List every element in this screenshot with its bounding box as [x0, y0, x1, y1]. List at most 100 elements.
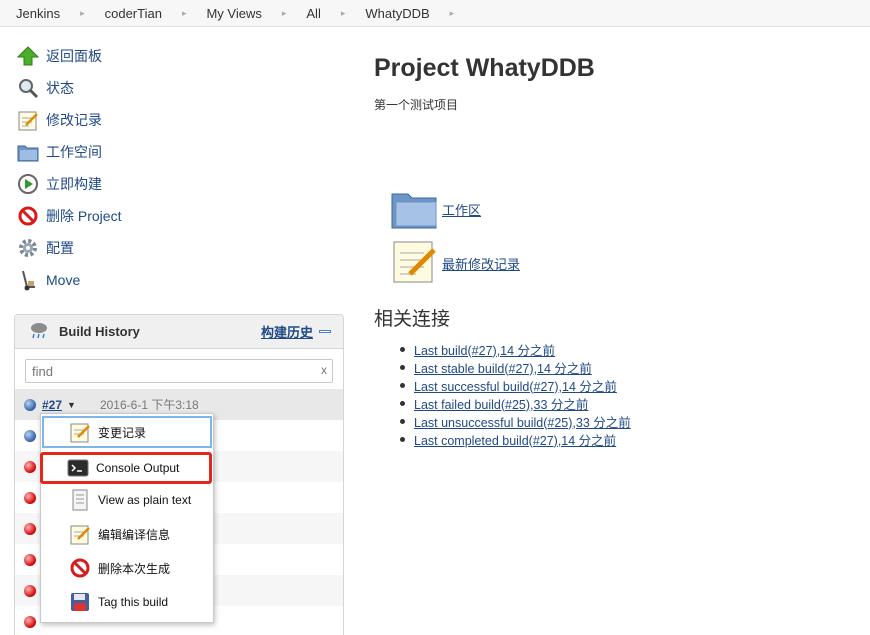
build-number-link[interactable]: #27 — [42, 398, 62, 412]
breadcrumb-project[interactable]: WhatyDDB — [365, 6, 429, 21]
breadcrumb-item[interactable]: coderTian ▸ — [105, 6, 207, 21]
red-ball-icon — [24, 615, 36, 628]
workspace-link-item[interactable]: 工作区 — [390, 186, 481, 233]
collapse-icon[interactable] — [319, 330, 331, 333]
task-label: 返回面板 — [46, 48, 102, 64]
build-trend-link[interactable]: 构建历史 — [261, 322, 313, 341]
changes-link-item[interactable]: 最新修改记录 — [390, 238, 520, 289]
last-build-link[interactable]: Last build(#27),14 分之前 — [414, 340, 555, 359]
menu-item-edit-build-info[interactable]: 编辑编译信息 — [41, 518, 213, 550]
list-item: Last failed build(#25),33 分之前 — [400, 394, 631, 412]
no-entry-icon — [68, 556, 92, 580]
page-title: Project WhatyDDB — [374, 54, 595, 82]
breadcrumb-item[interactable]: WhatyDDB ▸ — [365, 6, 474, 21]
list-item: Last successful build(#27),14 分之前 — [400, 376, 631, 394]
menu-label: Tag this build — [98, 595, 169, 609]
notepad-icon — [16, 108, 40, 132]
menu-item-changes[interactable]: 变更记录 — [42, 416, 212, 448]
notepad-icon — [390, 238, 438, 289]
menu-label: View as plain text — [98, 493, 192, 507]
related-links-heading: 相关连接 — [374, 309, 451, 330]
build-date: 2016-6-1 下午3:18 — [99, 398, 199, 412]
related-links-list: Last build(#27),14 分之前 Last stable build… — [400, 340, 631, 448]
last-stable-build-link[interactable]: Last stable build(#27),14 分之前 — [414, 358, 592, 377]
document-icon — [68, 488, 92, 512]
menu-item-tag-build[interactable]: Tag this build — [41, 586, 213, 618]
task-changes[interactable]: 修改记录 — [16, 104, 336, 136]
breadcrumb-my-views[interactable]: My Views — [206, 6, 261, 21]
breadcrumb-user[interactable]: coderTian — [105, 6, 162, 21]
task-status[interactable]: 状态 — [16, 72, 336, 104]
chevron-right-icon[interactable]: ▸ — [450, 8, 455, 19]
chevron-down-icon[interactable]: ▼ — [67, 400, 76, 410]
task-label: 状态 — [46, 80, 74, 96]
build-history-title: Build History — [59, 324, 140, 339]
filter-box: x — [25, 359, 333, 383]
task-back-to-dashboard[interactable]: 返回面板 — [16, 40, 336, 72]
list-item: Last completed build(#27),14 分之前 — [400, 430, 631, 448]
menu-label: 变更记录 — [98, 425, 147, 440]
task-label: 工作空间 — [46, 144, 102, 160]
task-workspace[interactable]: 工作空间 — [16, 136, 336, 168]
last-unsuccessful-build-link[interactable]: Last unsuccessful build(#25),33 分之前 — [414, 412, 631, 431]
task-delete-project[interactable]: 删除 Project — [16, 200, 336, 232]
floppy-disk-icon — [68, 590, 92, 614]
breadcrumb-item[interactable]: All ▸ — [306, 6, 365, 21]
terminal-icon — [66, 456, 90, 480]
list-item: Last stable build(#27),14 分之前 — [400, 358, 631, 376]
menu-label: Console Output — [96, 461, 180, 475]
build-context-menu: 变更记录 Console Output View as plain text 编… — [40, 413, 214, 623]
no-entry-icon — [16, 204, 40, 228]
build-filter: x — [15, 349, 343, 391]
workspace-link[interactable]: 工作区 — [442, 200, 481, 219]
blue-ball-icon — [24, 429, 36, 442]
clear-filter-icon[interactable]: x — [321, 363, 327, 377]
chevron-right-icon[interactable]: ▸ — [282, 8, 287, 19]
project-description: 第一个测试项目 — [374, 98, 459, 112]
changes-link[interactable]: 最新修改记录 — [442, 254, 520, 273]
last-successful-build-link[interactable]: Last successful build(#27),14 分之前 — [414, 376, 617, 395]
task-label: 删除 Project — [46, 208, 122, 224]
notepad-icon — [68, 522, 92, 546]
blue-ball-icon — [24, 398, 36, 411]
breadcrumb: Jenkins ▸ coderTian ▸ My Views ▸ All ▸ Whaty… — [0, 0, 870, 27]
breadcrumb-all[interactable]: All — [306, 6, 320, 21]
task-move[interactable]: Move — [16, 264, 336, 296]
task-build-now[interactable]: 立即构建 — [16, 168, 336, 200]
folder-icon — [16, 140, 40, 164]
chevron-right-icon[interactable]: ▸ — [341, 8, 346, 19]
red-ball-icon — [24, 553, 36, 566]
chevron-right-icon[interactable]: ▸ — [80, 8, 85, 19]
breadcrumb-jenkins[interactable]: Jenkins — [16, 6, 60, 21]
search-icon — [16, 76, 40, 100]
red-ball-icon — [24, 491, 36, 504]
up-arrow-icon — [16, 44, 40, 68]
menu-label: 编辑编译信息 — [98, 527, 171, 542]
last-failed-build-link[interactable]: Last failed build(#25),33 分之前 — [414, 394, 588, 413]
sidebar-tasks: 返回面板 状态 修改记录 工作空间 立即构建 删除 Project 配置 Mov… — [16, 40, 336, 296]
menu-item-plain-text[interactable]: View as plain text — [41, 484, 213, 516]
build-history-header: Build History 构建历史 — [15, 315, 343, 349]
menu-item-console-output[interactable]: Console Output — [40, 452, 212, 484]
task-label: Move — [46, 272, 81, 288]
hand-truck-icon — [16, 268, 40, 292]
last-completed-build-link[interactable]: Last completed build(#27),14 分之前 — [414, 430, 616, 449]
task-label: 配置 — [46, 240, 74, 256]
task-configure[interactable]: 配置 — [16, 232, 336, 264]
folder-icon — [390, 186, 438, 233]
red-ball-icon — [24, 584, 36, 597]
chevron-right-icon[interactable]: ▸ — [182, 8, 187, 19]
red-ball-icon — [24, 460, 36, 473]
breadcrumb-item[interactable]: My Views ▸ — [206, 6, 306, 21]
list-item: Last build(#27),14 分之前 — [400, 340, 631, 358]
notepad-icon — [68, 420, 92, 444]
clock-icon — [16, 172, 40, 196]
menu-label: 删除本次生成 — [98, 561, 171, 576]
menu-item-delete-build[interactable]: 删除本次生成 — [41, 552, 213, 584]
task-label: 立即构建 — [46, 176, 102, 192]
cloud-rain-icon — [29, 321, 49, 342]
list-item: Last unsuccessful build(#25),33 分之前 — [400, 412, 631, 430]
build-search-input[interactable] — [26, 360, 332, 382]
breadcrumb-item[interactable]: Jenkins ▸ — [16, 6, 105, 21]
gear-icon — [16, 236, 40, 260]
